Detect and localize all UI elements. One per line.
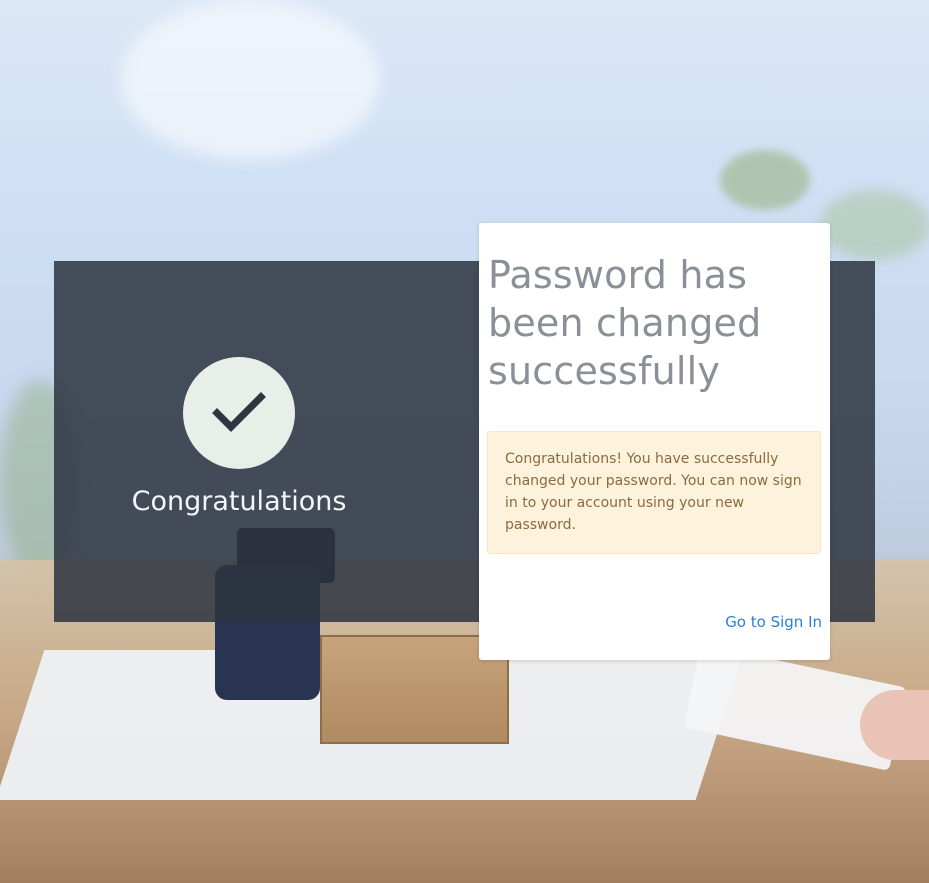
background-hand (860, 690, 929, 760)
success-alert: Congratulations! You have successfully c… (487, 431, 821, 554)
background-leaf (720, 150, 810, 210)
congratulations-heading: Congratulations (131, 486, 347, 517)
password-changed-card: Password has been changed successfully C… (479, 223, 830, 660)
page-title: Password has been changed successfully (488, 253, 762, 393)
background-blur (120, 0, 380, 160)
checkmark-icon (212, 392, 266, 432)
background-leaf (820, 190, 929, 260)
go-to-sign-in-link[interactable]: Go to Sign In (725, 613, 822, 631)
success-badge (183, 357, 295, 469)
